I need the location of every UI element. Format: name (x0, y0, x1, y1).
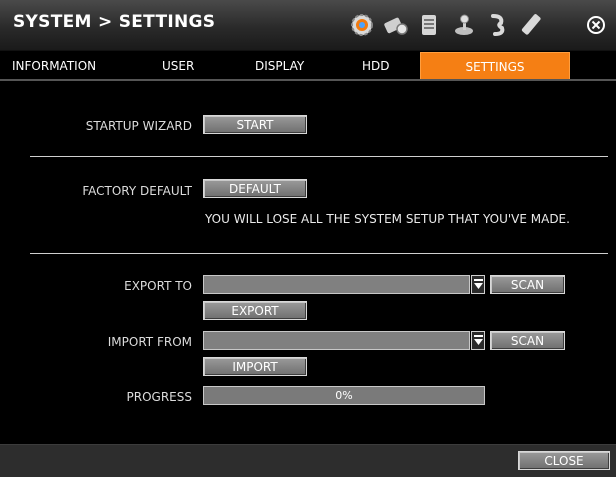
tab-user[interactable]: USER (162, 52, 194, 80)
close-button[interactable]: CLOSE (518, 451, 610, 470)
tab-divider (0, 79, 616, 81)
close-icon[interactable] (586, 15, 606, 35)
tab-information[interactable]: INFORMATION (12, 52, 96, 80)
storage-icon[interactable] (417, 12, 443, 38)
startup-wizard-label: STARTUP WIZARD (85, 119, 192, 133)
export-scan-button[interactable]: SCAN (490, 275, 565, 294)
chevron-down-icon (474, 279, 483, 289)
export-to-field[interactable] (203, 275, 470, 294)
tab-hdd[interactable]: HDD (362, 52, 390, 80)
tab-settings[interactable]: SETTINGS (420, 52, 570, 80)
export-button[interactable]: EXPORT (203, 301, 307, 320)
import-scan-button[interactable]: SCAN (490, 331, 565, 350)
import-button[interactable]: IMPORT (203, 357, 307, 376)
footer-bar: CLOSE (0, 444, 616, 477)
progress-label: PROGRESS (126, 390, 192, 404)
import-dropdown-button[interactable] (471, 331, 485, 350)
settings-window: SYSTEM > SETTINGS INFORMATION USER DISPL… (0, 0, 616, 477)
import-from-field[interactable] (203, 331, 470, 350)
chevron-down-icon (474, 335, 483, 345)
title-bar: SYSTEM > SETTINGS (0, 0, 616, 51)
page-title: SYSTEM > SETTINGS (13, 12, 216, 32)
joystick-icon[interactable] (451, 12, 477, 38)
settings-gear-icon[interactable] (349, 12, 375, 38)
usb-icon[interactable] (519, 12, 545, 38)
factory-default-label: FACTORY DEFAULT (82, 184, 192, 198)
export-dropdown-button[interactable] (471, 275, 485, 294)
section-divider (30, 156, 608, 157)
progress-bar: 0% (203, 386, 485, 405)
camera-icon[interactable] (383, 12, 409, 38)
section-divider (30, 253, 608, 254)
import-from-label: IMPORT FROM (107, 335, 192, 349)
export-to-label: EXPORT TO (124, 279, 192, 293)
factory-warning-text: YOU WILL LOSE ALL THE SYSTEM SETUP THAT … (205, 212, 570, 226)
start-button[interactable]: START (203, 115, 307, 134)
progress-text: 0% (335, 389, 353, 402)
toolbar-icons (349, 8, 553, 42)
tab-display[interactable]: DISPLAY (255, 52, 304, 80)
tab-bar: INFORMATION USER DISPLAY HDD SETTINGS (0, 52, 616, 80)
default-button[interactable]: DEFAULT (203, 179, 307, 198)
network-icon[interactable] (485, 12, 511, 38)
